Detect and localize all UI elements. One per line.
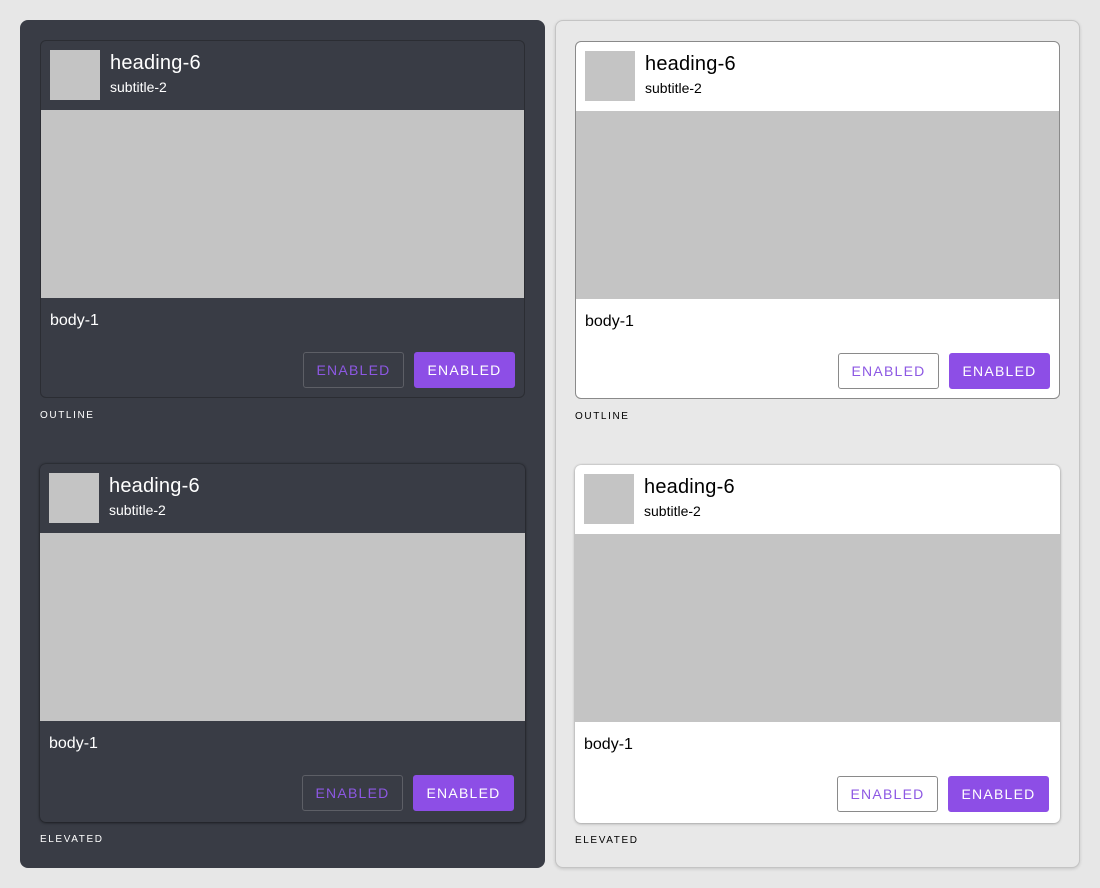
- card-body-text: body-1: [584, 736, 633, 753]
- outlined-button[interactable]: ENABLED: [838, 353, 939, 389]
- contained-button[interactable]: ENABLED: [414, 352, 515, 388]
- card-heading: heading-6: [644, 476, 735, 498]
- card-subtitle: subtitle-2: [110, 79, 167, 95]
- avatar-placeholder: [584, 474, 634, 524]
- card-subtitle: subtitle-2: [645, 80, 702, 96]
- outlined-button[interactable]: ENABLED: [303, 352, 404, 388]
- elevated-card: heading-6 subtitle-2 body-1 ENABLED ENAB…: [40, 464, 525, 822]
- card-header: heading-6 subtitle-2: [575, 465, 1060, 534]
- avatar-placeholder: [585, 51, 635, 101]
- outline-card: heading-6 subtitle-2 body-1 ENABLED ENAB…: [40, 40, 525, 398]
- elevated-card: heading-6 subtitle-2 body-1 ENABLED ENAB…: [575, 465, 1060, 823]
- contained-button[interactable]: ENABLED: [949, 353, 1050, 389]
- media-placeholder: [41, 110, 524, 298]
- card-body-text: body-1: [50, 312, 99, 329]
- card-header: heading-6 subtitle-2: [40, 464, 525, 533]
- elevated-caption: ELEVATED: [40, 834, 104, 845]
- card-heading: heading-6: [109, 475, 200, 497]
- elevated-caption: ELEVATED: [575, 835, 639, 846]
- media-placeholder: [575, 534, 1060, 722]
- outlined-button[interactable]: ENABLED: [302, 775, 403, 811]
- card-header: heading-6 subtitle-2: [576, 42, 1059, 111]
- card-heading: heading-6: [110, 52, 201, 74]
- avatar-placeholder: [50, 50, 100, 100]
- dark-theme-panel: heading-6 subtitle-2 body-1 ENABLED ENAB…: [20, 20, 545, 868]
- card-heading: heading-6: [645, 53, 736, 75]
- card-subtitle: subtitle-2: [109, 502, 166, 518]
- card-header: heading-6 subtitle-2: [41, 41, 524, 110]
- contained-button[interactable]: ENABLED: [413, 775, 514, 811]
- outline-card: heading-6 subtitle-2 body-1 ENABLED ENAB…: [575, 41, 1060, 399]
- media-placeholder: [576, 111, 1059, 299]
- card-subtitle: subtitle-2: [644, 503, 701, 519]
- light-theme-panel: heading-6 subtitle-2 body-1 ENABLED ENAB…: [555, 20, 1080, 868]
- outline-caption: OUTLINE: [40, 410, 95, 421]
- card-body-text: body-1: [49, 735, 98, 752]
- media-placeholder: [40, 533, 525, 721]
- card-body-text: body-1: [585, 313, 634, 330]
- outlined-button[interactable]: ENABLED: [837, 776, 938, 812]
- avatar-placeholder: [49, 473, 99, 523]
- outline-caption: OUTLINE: [575, 411, 630, 422]
- contained-button[interactable]: ENABLED: [948, 776, 1049, 812]
